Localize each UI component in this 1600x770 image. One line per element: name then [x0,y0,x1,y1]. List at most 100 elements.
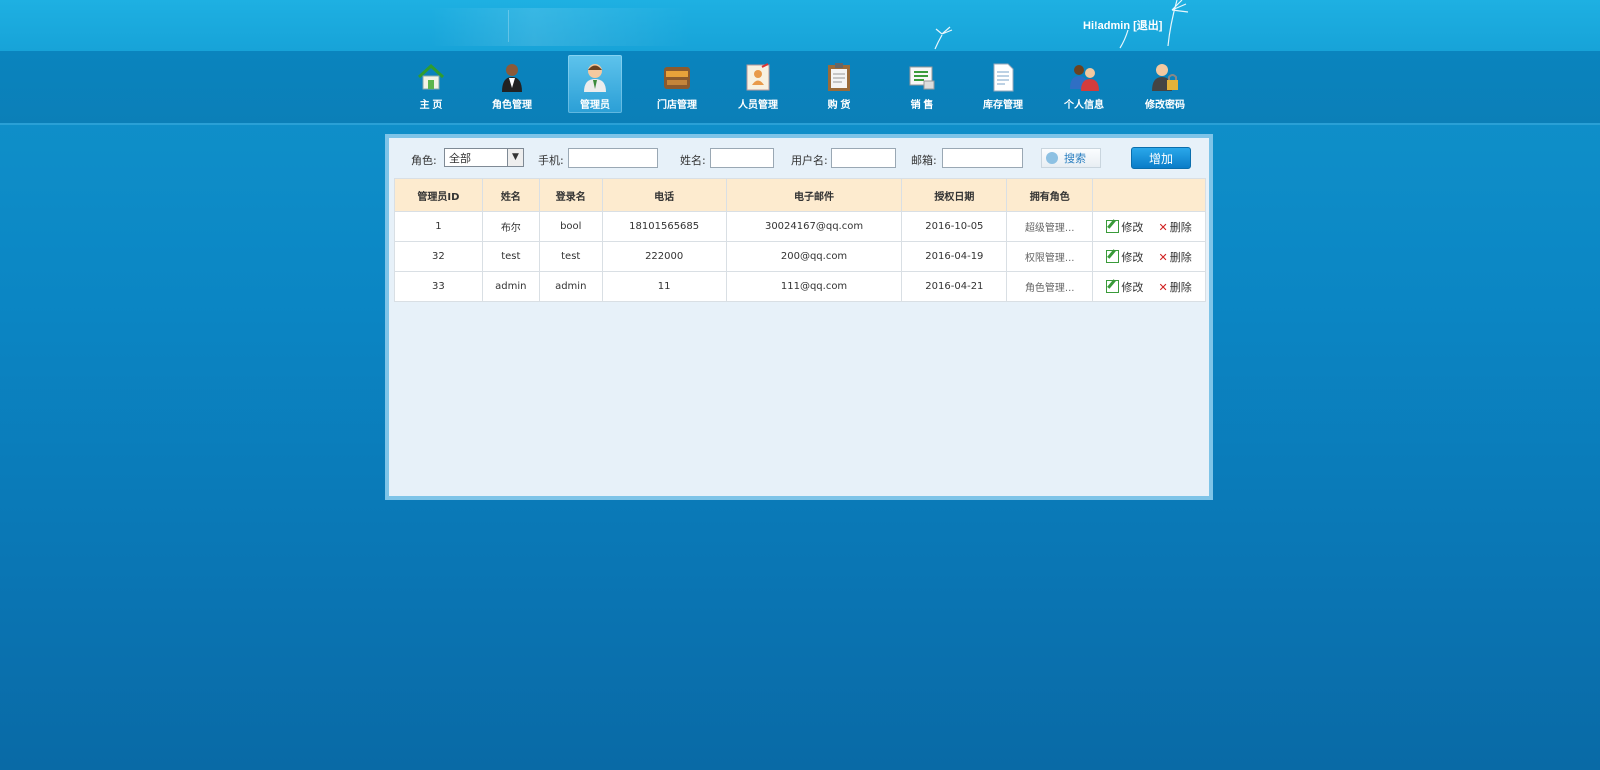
cell-email: 111@qq.com [725,271,903,302]
username-input[interactable] [831,148,896,168]
cell-phone: 18101565685 [601,211,727,242]
edit-label: 修改 [1121,250,1144,264]
logout-link[interactable]: [退出] [1133,20,1162,32]
filter-bar: 角色: 全部 ▼ 手机: 姓名: 用户名: 邮箱: 搜索 增加 [389,147,1209,170]
edit-label: 修改 [1121,280,1144,294]
cell-email: 30024167@qq.com [725,211,903,242]
nav-label: 修改密码 [1145,100,1185,111]
cell-login: admin [538,271,603,302]
user-greeting: Hi!admin [1083,20,1131,32]
email-input[interactable] [942,148,1023,168]
edit-label: 修改 [1121,220,1144,234]
clipboard-icon [823,61,855,93]
people-icon [1068,61,1100,93]
cell-name: test [481,241,540,272]
main-nav: 主 页 角色管理 管理员 门店管理 人员管理 购 货 销 售 库存管理 个人信息… [0,51,1600,125]
nav-item-profile[interactable]: 个人信息 [1057,55,1111,113]
cell-role: 角色管理... [1006,271,1094,302]
chevron-down-icon[interactable]: ▼ [507,149,523,166]
user-info: Hi!admin [退出] [1083,17,1162,33]
admin-table: 管理员ID 姓名 登录名 电话 电子邮件 授权日期 拥有角色 1 布尔 bool… [394,178,1206,302]
table-header-row: 管理员ID 姓名 登录名 电话 电子邮件 授权日期 拥有角色 [394,178,1206,212]
delete-label: 删除 [1169,280,1192,294]
waiter-icon [496,61,528,93]
nav-item-home[interactable]: 主 页 [404,55,458,113]
cell-role: 权限管理... [1006,241,1094,272]
search-button[interactable]: 搜索 [1041,148,1101,168]
column-header-id: 管理员ID [394,178,483,212]
cell-login: bool [538,211,603,242]
dandelion-decoration-icon [934,0,1189,50]
cell-phone: 11 [601,271,727,302]
table-row: 33 admin admin 11 111@qq.com 2016-04-21 … [394,271,1206,302]
nav-label: 购 货 [827,100,851,111]
cell-date: 2016-04-19 [901,241,1008,272]
delete-label: 删除 [1169,220,1192,234]
delete-icon: ✕ [1158,220,1168,234]
nav-item-change-password[interactable]: 修改密码 [1138,55,1192,113]
username-filter-label: 用户名: [791,154,828,167]
nav-label: 人员管理 [738,100,778,111]
nav-label: 库存管理 [983,100,1023,111]
header-divider [508,10,509,42]
column-header-role: 拥有角色 [1006,178,1094,212]
table-row: 1 布尔 bool 18101565685 30024167@qq.com 20… [394,211,1206,242]
edit-button[interactable]: 修改 [1106,219,1143,235]
phone-input[interactable] [568,148,658,168]
header-decoration [430,8,690,46]
delete-button[interactable]: ✕ 删除 [1159,219,1192,235]
nav-item-stores[interactable]: 门店管理 [650,55,704,113]
document-icon [987,61,1019,93]
delete-icon: ✕ [1158,280,1168,294]
cell-name: admin [481,271,540,302]
search-icon [1046,152,1058,164]
nav-label: 主 页 [419,100,443,111]
user-lock-icon [1149,61,1181,93]
home-icon [415,61,447,93]
role-select-value: 全部 [449,152,471,165]
nav-label: 门店管理 [657,100,697,111]
name-filter-label: 姓名: [680,154,706,167]
edit-button[interactable]: 修改 [1106,279,1143,295]
name-input[interactable] [710,148,774,168]
column-header-date: 授权日期 [901,178,1008,212]
column-header-login: 登录名 [538,178,603,212]
edit-icon [1106,219,1120,233]
role-select[interactable]: 全部 ▼ [444,148,524,167]
search-button-label: 搜索 [1064,152,1086,165]
edit-button[interactable]: 修改 [1106,249,1143,265]
nav-item-staff[interactable]: 人员管理 [731,55,785,113]
cell-name: 布尔 [481,211,540,242]
column-header-name: 姓名 [481,178,540,212]
delete-button[interactable]: ✕ 删除 [1159,249,1192,265]
nav-item-sales[interactable]: 销 售 [895,55,949,113]
nav-item-purchase[interactable]: 购 货 [812,55,866,113]
add-button[interactable]: 增加 [1131,147,1191,169]
cell-date: 2016-10-05 [901,211,1008,242]
cell-id: 33 [394,271,483,302]
nav-item-roles[interactable]: 角色管理 [485,55,539,113]
nav-item-inventory[interactable]: 库存管理 [976,55,1030,113]
email-filter-label: 邮箱: [911,154,937,167]
role-filter-label: 角色: [411,154,437,167]
admin-panel: 角色: 全部 ▼ 手机: 姓名: 用户名: 邮箱: 搜索 增加 管理员ID 姓名… [385,134,1213,500]
cell-role: 超级管理... [1006,211,1094,242]
nav-label: 个人信息 [1064,100,1104,111]
cell-id: 1 [394,211,483,242]
delete-button[interactable]: ✕ 删除 [1159,279,1192,295]
nav-item-admin[interactable]: 管理员 [568,55,622,113]
delete-label: 删除 [1169,250,1192,264]
cell-actions: 修改 ✕ 删除 [1092,211,1206,242]
table-row: 32 test test 222000 200@qq.com 2016-04-1… [394,241,1206,272]
cell-actions: 修改 ✕ 删除 [1092,241,1206,272]
column-header-phone: 电话 [601,178,727,212]
cell-id: 32 [394,241,483,272]
sales-icon [906,61,938,93]
cell-email: 200@qq.com [725,241,903,272]
top-bar: Hi!admin [退出] [0,0,1600,51]
phone-filter-label: 手机: [538,154,564,167]
edit-icon [1106,279,1120,293]
edit-icon [1106,249,1120,263]
cell-phone: 222000 [601,241,727,272]
nav-label: 管理员 [580,100,610,111]
